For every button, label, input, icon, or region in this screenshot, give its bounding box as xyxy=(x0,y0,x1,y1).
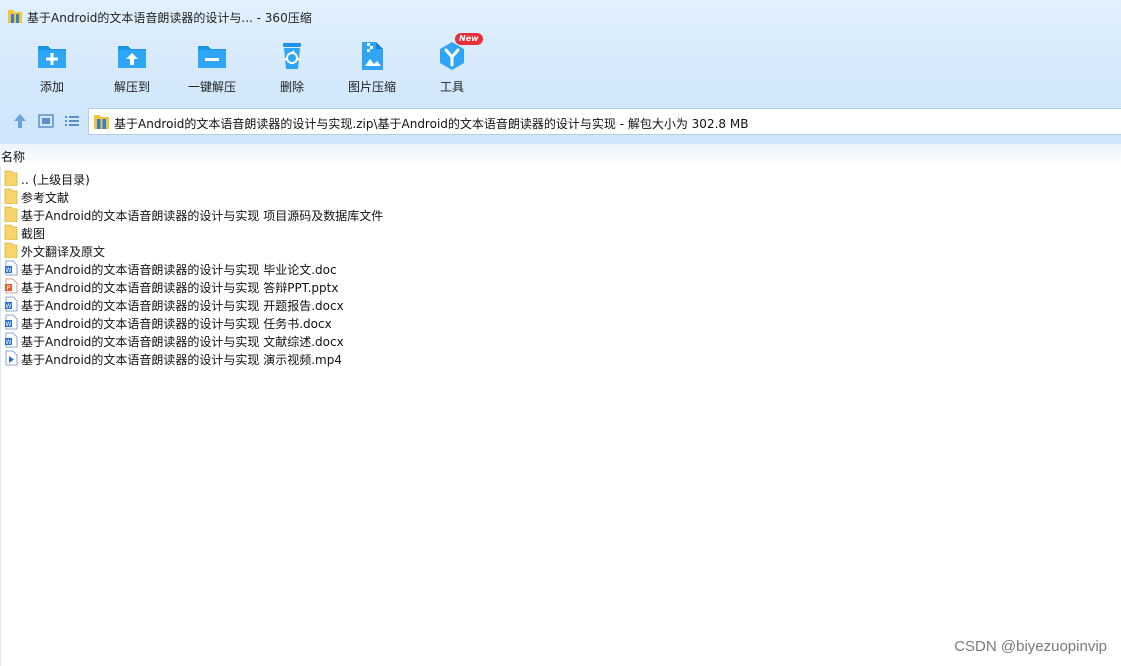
folder-icon xyxy=(4,170,18,186)
one-click-extract-label: 一键解压 xyxy=(187,80,236,94)
list-item-name: 外文翻译及原文 xyxy=(21,245,106,259)
word-document-icon: W xyxy=(5,314,18,330)
list-item[interactable]: 基于Android的文本语音朗读器的设计与实现 演示视频.mp4 xyxy=(0,349,600,367)
navigation-row: 基于Android的文本语音朗读器的设计与实现.zip\基于Android的文本… xyxy=(0,106,1121,136)
delete-button[interactable]: 删除 xyxy=(252,36,332,98)
list-item[interactable]: 参考文献 xyxy=(0,187,600,205)
zip-archive-icon xyxy=(94,115,109,129)
address-path: 基于Android的文本语音朗读器的设计与实现.zip\基于Android的文本… xyxy=(114,117,749,131)
word-document-icon: W xyxy=(5,332,18,348)
folder-icon xyxy=(4,206,18,222)
list-view-icon[interactable] xyxy=(63,112,81,130)
tools-button[interactable]: New 工具 xyxy=(412,33,492,98)
list-item[interactable]: P 基于Android的文本语音朗读器的设计与实现 答辩PPT.pptx xyxy=(0,277,600,295)
list-item[interactable]: .. (上级目录) xyxy=(0,169,600,187)
list-item-name: 基于Android的文本语音朗读器的设计与实现 开题报告.docx xyxy=(21,299,344,313)
extract-to-icon xyxy=(118,46,146,68)
svg-text:W: W xyxy=(6,339,12,346)
one-click-extract-icon xyxy=(198,46,226,68)
list-item-name: 基于Android的文本语音朗读器的设计与实现 演示视频.mp4 xyxy=(21,353,342,367)
new-badge: New xyxy=(455,33,483,45)
word-document-icon: W xyxy=(5,260,18,276)
delete-label: 删除 xyxy=(279,80,304,94)
window-chrome: 基于Android的文本语音朗读器的设计与... - 360压缩 添加 解压到 xyxy=(0,0,1121,144)
title-bar[interactable]: 基于Android的文本语音朗读器的设计与... - 360压缩 xyxy=(0,0,1121,34)
list-item-name: 基于Android的文本语音朗读器的设计与实现 毕业论文.doc xyxy=(21,263,337,277)
svg-text:W: W xyxy=(6,267,12,274)
archive-app-icon xyxy=(8,10,22,23)
list-item-name: 基于Android的文本语音朗读器的设计与实现 答辩PPT.pptx xyxy=(21,281,339,295)
folder-icon xyxy=(4,188,18,204)
list-item-name: 基于Android的文本语音朗读器的设计与实现 任务书.docx xyxy=(21,317,332,331)
up-arrow-icon[interactable] xyxy=(11,112,29,130)
svg-text:W: W xyxy=(6,303,12,310)
svg-text:W: W xyxy=(6,321,12,328)
window-title: 基于Android的文本语音朗读器的设计与... - 360压缩 xyxy=(27,11,312,25)
add-icon xyxy=(38,46,66,68)
list-item[interactable]: W 基于Android的文本语音朗读器的设计与实现 毕业论文.doc xyxy=(0,259,600,277)
one-click-extract-button[interactable]: 一键解压 xyxy=(172,36,252,98)
list-item-name: 参考文献 xyxy=(21,191,70,205)
column-name-header[interactable]: 名称 xyxy=(1,148,25,165)
word-document-icon: W xyxy=(5,296,18,312)
list-item[interactable]: 基于Android的文本语音朗读器的设计与实现 项目源码及数据库文件 xyxy=(0,205,600,223)
list-item-name: .. (上级目录) xyxy=(21,173,90,187)
image-compress-label: 图片压缩 xyxy=(347,80,396,94)
list-item[interactable]: 截图 xyxy=(0,223,600,241)
list-item[interactable]: W 基于Android的文本语音朗读器的设计与实现 开题报告.docx xyxy=(0,295,600,313)
extract-to-label: 解压到 xyxy=(113,80,150,94)
image-compress-button[interactable]: 图片压缩 xyxy=(332,36,412,98)
list-item-name: 基于Android的文本语音朗读器的设计与实现 项目源码及数据库文件 xyxy=(21,209,384,223)
folder-icon xyxy=(4,242,18,258)
delete-icon xyxy=(283,43,301,69)
extract-to-button[interactable]: 解压到 xyxy=(92,36,172,98)
svg-text:P: P xyxy=(7,285,11,292)
watermark: CSDN @biyezuopinvip xyxy=(954,638,1107,655)
list-item-name: 截图 xyxy=(21,227,46,241)
image-compress-icon xyxy=(362,42,383,70)
thumbnail-view-icon[interactable] xyxy=(37,112,55,130)
video-file-icon xyxy=(5,350,18,366)
list-item-name: 基于Android的文本语音朗读器的设计与实现 文献综述.docx xyxy=(21,335,344,349)
column-header[interactable]: 名称 xyxy=(0,144,1121,166)
address-bar[interactable]: 基于Android的文本语音朗读器的设计与实现.zip\基于Android的文本… xyxy=(88,108,1121,135)
tools-label: 工具 xyxy=(439,80,464,94)
powerpoint-document-icon: P xyxy=(5,278,18,294)
list-item[interactable]: W 基于Android的文本语音朗读器的设计与实现 文献综述.docx xyxy=(0,331,600,349)
add-button[interactable]: 添加 xyxy=(12,36,92,98)
folder-icon xyxy=(4,224,18,240)
add-label: 添加 xyxy=(39,80,64,94)
list-item[interactable]: 外文翻译及原文 xyxy=(0,241,600,259)
list-item[interactable]: W 基于Android的文本语音朗读器的设计与实现 任务书.docx xyxy=(0,313,600,331)
